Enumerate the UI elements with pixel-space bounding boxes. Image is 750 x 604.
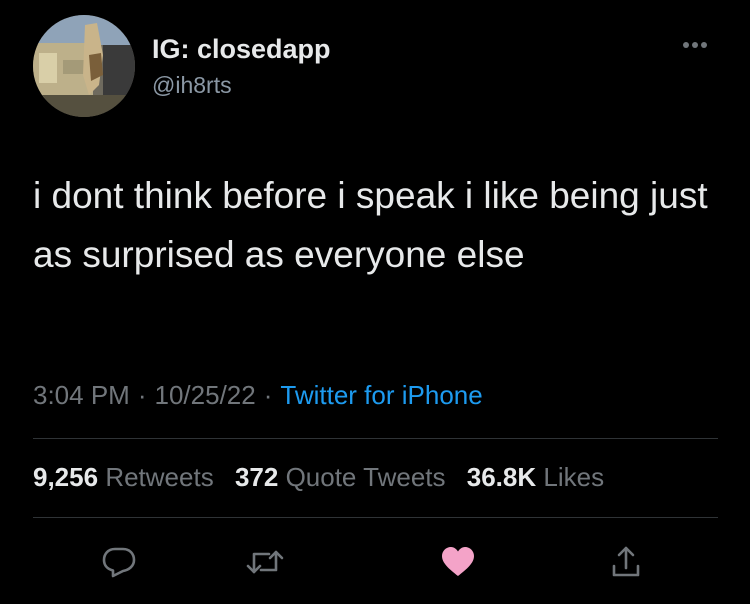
likes-label: Likes [543,462,605,492]
avatar[interactable] [33,15,135,117]
avatar-image [33,15,135,117]
author-handle[interactable]: @ih8rts [152,72,232,99]
reply-button[interactable] [99,544,139,580]
meta-separator: · [137,380,147,410]
divider [33,438,718,439]
tweet-meta: 3:04 PM · 10/25/22 · Twitter for iPhone [33,380,483,411]
tweet-date[interactable]: 10/25/22 [155,380,256,410]
tweet-source[interactable]: Twitter for iPhone [280,380,482,410]
retweet-icon [246,550,284,574]
retweets-count: 9,256 [33,462,99,492]
retweets-label: Retweets [105,462,214,492]
heart-icon [442,547,474,576]
divider [33,517,718,518]
more-options-button[interactable] [672,30,718,60]
share-icon [612,546,640,577]
tweet-text: i dont think before i speak i like being… [33,175,708,275]
retweet-button[interactable] [245,544,285,580]
tweet-stats: 9,256 Retweets 372 Quote Tweets 36.8K Li… [33,462,604,493]
quotes-count: 372 [234,462,279,492]
retweets-stat[interactable]: 9,256 Retweets [33,462,228,492]
quotes-label: Quote Tweets [285,462,446,492]
share-button[interactable] [606,544,646,580]
reply-icon [102,547,136,578]
author-display-name[interactable]: IG: closedapp [152,34,331,65]
likes-stat[interactable]: 36.8K Likes [467,462,604,492]
quotes-stat[interactable]: 372 Quote Tweets [235,462,460,492]
like-button[interactable] [438,544,478,580]
tweet-time[interactable]: 3:04 PM [33,380,130,410]
meta-separator: · [263,380,273,410]
more-options-icon [683,42,707,48]
likes-count: 36.8K [466,462,537,492]
